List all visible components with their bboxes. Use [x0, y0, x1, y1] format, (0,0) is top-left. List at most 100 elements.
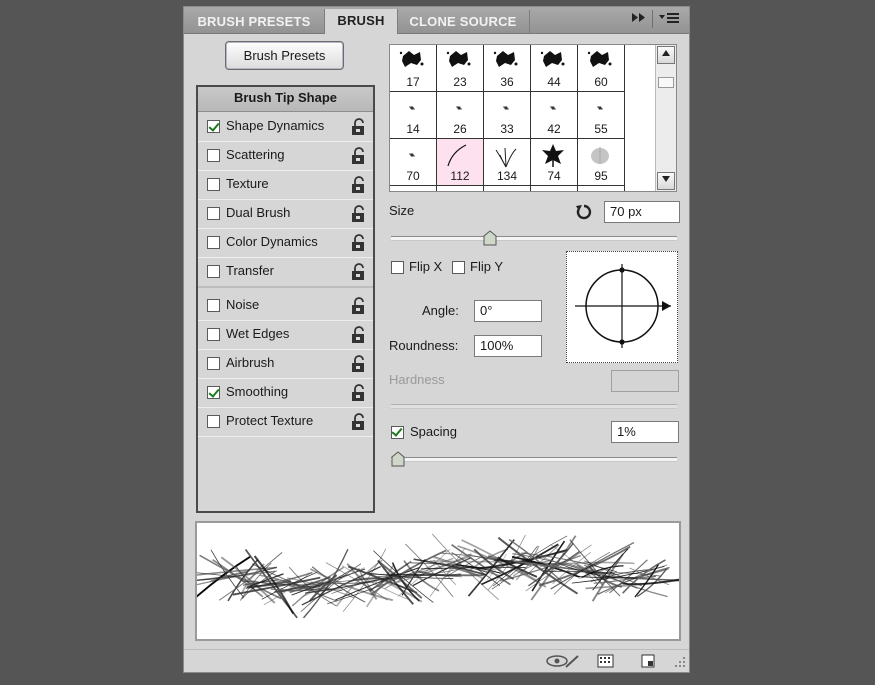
spacing-checkbox[interactable]	[391, 426, 404, 439]
scroll-up-icon[interactable]	[657, 46, 675, 64]
lock-icon[interactable]	[351, 147, 367, 168]
wet-edges-label: Wet Edges	[226, 326, 290, 341]
scattering-checkbox[interactable]	[207, 149, 220, 162]
airbrush-label: Airbrush	[226, 355, 275, 370]
brush-preset-cell[interactable]: 36	[484, 45, 531, 92]
angle-roundness-preview[interactable]	[566, 251, 678, 363]
brush-preset-size: 42	[547, 122, 561, 136]
brush-tip-icon	[409, 153, 415, 157]
dual-brush-checkbox[interactable]	[207, 207, 220, 220]
brush-preset-cell[interactable]: 112	[437, 139, 484, 186]
brush-preset-cell[interactable]: 70	[390, 139, 437, 186]
size-field[interactable]: 70 px	[604, 201, 680, 223]
option-transfer[interactable]: Transfer	[198, 259, 373, 287]
brush-preset-cell[interactable]	[484, 186, 531, 191]
scroll-thumb[interactable]	[658, 77, 674, 88]
brush-preset-cell[interactable]: 60	[578, 45, 625, 92]
lock-icon[interactable]	[351, 118, 367, 139]
reset-icon[interactable]	[575, 203, 593, 224]
brush-preset-cell[interactable]: 17	[390, 45, 437, 92]
lock-icon[interactable]	[351, 297, 367, 318]
tab-clone-source[interactable]: CLONE SOURCE	[397, 10, 530, 33]
brush-preset-cell[interactable]: 14	[390, 92, 437, 139]
lock-icon[interactable]	[351, 176, 367, 197]
size-slider[interactable]	[391, 230, 677, 246]
wet-edges-checkbox[interactable]	[207, 328, 220, 341]
brush-preset-grid[interactable]: 17 23 36 44 60 14 26 33 42 55 70 112 134 74 95	[389, 44, 677, 192]
scattering-label: Scattering	[226, 147, 285, 162]
texture-checkbox[interactable]	[207, 178, 220, 191]
brush-preset-cell[interactable]: 55	[578, 92, 625, 139]
brush-preset-size: 60	[594, 75, 608, 89]
brush-tip-icon	[447, 144, 467, 167]
lock-icon[interactable]	[351, 326, 367, 347]
option-airbrush[interactable]: Airbrush	[198, 351, 373, 379]
spacing-field[interactable]: 1%	[611, 421, 679, 443]
color-dynamics-checkbox[interactable]	[207, 236, 220, 249]
brush-preset-cell[interactable]: 26	[437, 92, 484, 139]
size-slider-handle[interactable]	[483, 230, 497, 249]
airbrush-checkbox[interactable]	[207, 357, 220, 370]
brush-preset-cell[interactable]: 42	[531, 92, 578, 139]
lock-icon[interactable]	[351, 413, 367, 434]
brush-preset-cell[interactable]: 95	[578, 139, 625, 186]
lock-icon[interactable]	[351, 355, 367, 376]
eye-brush-icon[interactable]	[546, 653, 580, 672]
roundness-field[interactable]: 100%	[474, 335, 542, 357]
lock-icon[interactable]	[351, 205, 367, 226]
option-protect-texture[interactable]: Protect Texture	[198, 409, 373, 437]
panel-menu-icon[interactable]	[659, 12, 681, 27]
shape-dynamics-checkbox[interactable]	[207, 120, 220, 133]
brush-tip-icon	[495, 147, 517, 168]
preset-grid-scrollbar[interactable]	[655, 45, 676, 191]
brush-tip-icon	[409, 106, 415, 110]
hardness-field	[611, 370, 679, 392]
size-label: Size	[389, 203, 415, 218]
scroll-down-icon[interactable]	[657, 172, 675, 190]
lock-icon[interactable]	[351, 263, 367, 284]
flip-x-checkbox[interactable]	[391, 261, 404, 274]
option-scattering[interactable]: Scattering	[198, 143, 373, 171]
transfer-checkbox[interactable]	[207, 265, 220, 278]
lock-icon[interactable]	[351, 234, 367, 255]
brush-preset-cell[interactable]	[390, 186, 437, 191]
brush-presets-button[interactable]: Brush Presets	[225, 41, 344, 70]
protect-texture-checkbox[interactable]	[207, 415, 220, 428]
brush-tip-shape-header[interactable]: Brush Tip Shape	[198, 87, 373, 112]
brush-preset-cell[interactable]: 134	[484, 139, 531, 186]
panel-bottom-bar	[184, 649, 689, 672]
brush-preset-size: 70	[406, 169, 420, 183]
flip-y-checkbox[interactable]	[452, 261, 465, 274]
option-color-dynamics[interactable]: Color Dynamics	[198, 230, 373, 258]
resize-grip-icon[interactable]	[674, 656, 686, 671]
brush-preset-cell[interactable]: 74	[531, 139, 578, 186]
tab-brush[interactable]: BRUSH	[324, 9, 398, 34]
option-wet-edges[interactable]: Wet Edges	[198, 322, 373, 350]
brush-preset-cell[interactable]: 44	[531, 45, 578, 92]
options-divider	[198, 286, 373, 288]
spacing-slider[interactable]	[391, 451, 677, 467]
option-smoothing[interactable]: Smoothing	[198, 380, 373, 408]
brush-preset-cell[interactable]	[437, 186, 484, 191]
option-shape-dynamics[interactable]: Shape Dynamics	[198, 114, 373, 142]
grid-icon[interactable]	[597, 653, 615, 672]
brush-tip-icon	[597, 106, 603, 110]
lock-icon[interactable]	[351, 384, 367, 405]
brush-preset-cell[interactable]	[531, 186, 578, 191]
brush-preset-cell[interactable]	[578, 186, 625, 191]
brush-preset-size: 26	[453, 122, 467, 136]
collapse-icon[interactable]	[631, 12, 647, 26]
angle-field[interactable]: 0°	[474, 300, 542, 322]
option-noise[interactable]: Noise	[198, 293, 373, 321]
brush-tip-icon	[456, 106, 462, 110]
option-dual-brush[interactable]: Dual Brush	[198, 201, 373, 229]
spacing-slider-handle[interactable]	[391, 451, 405, 470]
option-texture[interactable]: Texture	[198, 172, 373, 200]
brush-preset-cell[interactable]: 23	[437, 45, 484, 92]
smoothing-checkbox[interactable]	[207, 386, 220, 399]
brush-stroke-preview	[172, 521, 693, 641]
tab-brush-presets[interactable]: BRUSH PRESETS	[184, 10, 325, 33]
noise-checkbox[interactable]	[207, 299, 220, 312]
brush-preset-cell[interactable]: 33	[484, 92, 531, 139]
new-preset-icon[interactable]	[640, 653, 656, 672]
